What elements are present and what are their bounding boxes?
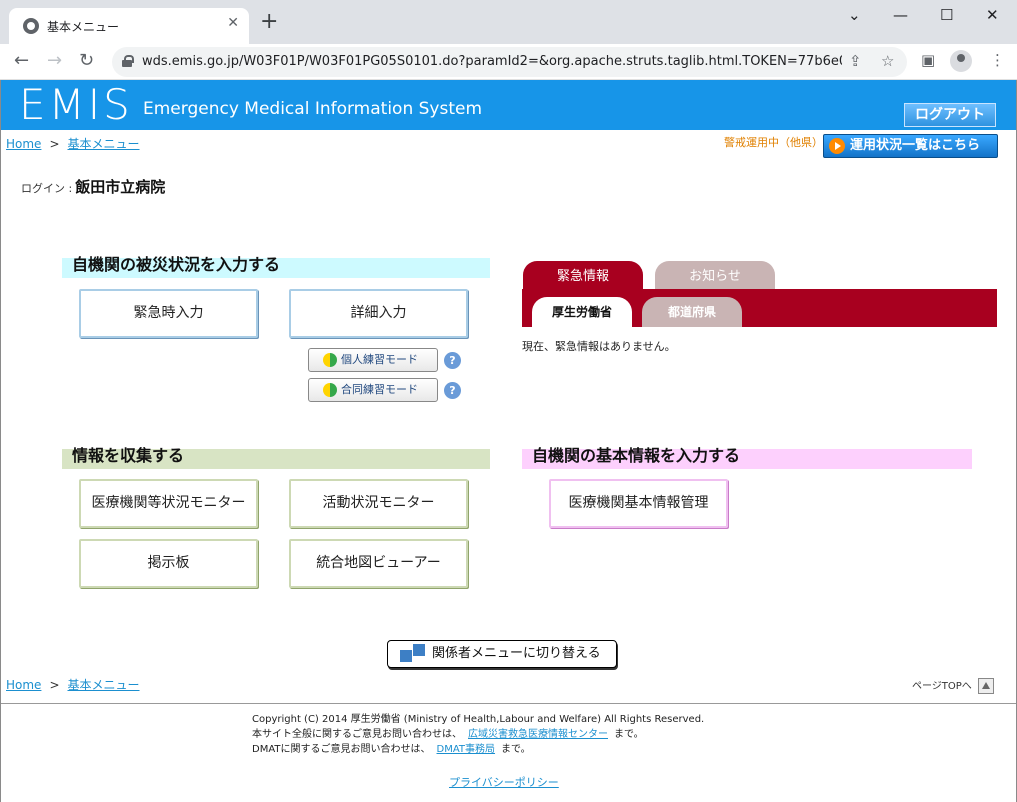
breadcrumb-current-link[interactable]: 基本メニュー [68, 678, 140, 692]
breadcrumb-current-link[interactable]: 基本メニュー [68, 137, 140, 151]
news-message: 現在、緊急情報はありません。 [522, 340, 676, 353]
breadcrumb-home-link[interactable]: Home [6, 678, 41, 692]
operation-status-note: 警戒運用中（他県） [724, 136, 823, 149]
footer: Copyright (C) 2014 厚生労働省 (Ministry of He… [252, 712, 704, 757]
profile-icon[interactable] [950, 50, 972, 72]
emis-center-link[interactable]: 広域災害救急医療情報センター [468, 729, 608, 740]
url-text[interactable]: wds.emis.go.jp/W03F01P/W03F01PG05S0101.d… [142, 54, 842, 69]
detail-input-button[interactable]: 詳細入力 [289, 289, 468, 338]
bulletin-board-button[interactable]: 掲示板 [79, 539, 258, 588]
star-icon[interactable]: ☆ [881, 52, 894, 70]
privacy-policy-link[interactable]: プライバシーポリシー [449, 774, 559, 790]
play-icon [829, 138, 845, 154]
back-icon[interactable]: ← [14, 50, 29, 71]
switch-menu-label: 関係者メニューに切り替える [432, 646, 601, 661]
status-list-label: 運用状況一覧はこちら [850, 138, 981, 153]
switch-icon [400, 644, 426, 664]
browser-toolbar: ← → ↻ wds.emis.go.jp/W03F01P/W03F01PG05S… [0, 44, 1017, 80]
help-icon[interactable]: ? [444, 352, 461, 369]
forward-icon[interactable]: → [47, 50, 62, 71]
page-content: EMIS Emergency Medical Information Syste… [0, 80, 1017, 802]
news-subtab-bar: 厚生労働省 都道府県 [522, 289, 997, 327]
dmat-office-link[interactable]: DMAT事務局 [437, 744, 496, 755]
share-icon[interactable]: ⇪ [849, 52, 862, 70]
breadcrumb-home-link[interactable]: Home [6, 137, 41, 151]
reload-icon[interactable]: ↻ [79, 50, 94, 71]
beginner-leaf-icon [323, 383, 337, 397]
personal-practice-button[interactable]: 個人練習モード [308, 348, 438, 372]
dmat-prefix: DMATに関するご意見お問い合わせは、 [252, 744, 431, 755]
emis-logo: EMIS [19, 80, 133, 129]
contact-suffix: まで。 [614, 729, 644, 740]
login-info: ログイン : 飯田市立病院 [21, 176, 165, 197]
close-tab-icon[interactable]: ✕ [227, 15, 239, 31]
status-list-button[interactable]: 運用状況一覧はこちら [823, 134, 998, 158]
footer-dmat-line: DMATに関するご意見お問い合わせは、 DMAT事務局 まで。 [252, 742, 704, 757]
sidebar-icon[interactable]: ▣ [921, 51, 935, 69]
help-icon[interactable]: ? [444, 382, 461, 399]
tab-emergency-info[interactable]: 緊急情報 [523, 261, 643, 289]
arrow-up-icon[interactable] [977, 678, 994, 694]
section-title-collect-info: 情報を収集する [62, 448, 490, 469]
site-subtitle: Emergency Medical Information System [143, 99, 483, 119]
footer-contact-line: 本サイト全般に関するご意見お問い合わせは、 広域災害救急医療情報センター まで。 [252, 727, 704, 742]
lock-icon[interactable] [122, 55, 134, 67]
tab-title: 基本メニュー [47, 20, 120, 34]
page-top-label: ページTOPへ [912, 681, 972, 692]
copyright-text: Copyright (C) 2014 厚生労働省 (Ministry of He… [252, 714, 705, 725]
personal-practice-label: 個人練習モード [341, 353, 418, 366]
menu-icon[interactable]: ⋮ [990, 51, 1005, 69]
emergency-input-button[interactable]: 緊急時入力 [79, 289, 258, 338]
dmat-suffix: まで。 [501, 744, 531, 755]
hospital-name: 飯田市立病院 [75, 178, 166, 196]
browser-tabbar: 基本メニュー ✕ + ⌄ — ☐ ✕ [0, 0, 1017, 44]
globe-icon [23, 18, 39, 34]
basic-info-manage-button[interactable]: 医療機関基本情報管理 [549, 479, 728, 528]
subtab-ministry[interactable]: 厚生労働省 [532, 297, 632, 327]
beginner-leaf-icon [323, 353, 337, 367]
map-viewer-button[interactable]: 統合地図ビューアー [289, 539, 468, 588]
footer-divider [1, 703, 1016, 704]
section-title-basic-info: 自機関の基本情報を入力する [522, 448, 972, 469]
switch-menu-button[interactable]: 関係者メニューに切り替える [387, 640, 617, 668]
address-bar[interactable]: wds.emis.go.jp/W03F01P/W03F01PG05S0101.d… [112, 47, 907, 77]
subtab-prefecture[interactable]: 都道府県 [642, 297, 742, 327]
breadcrumb: Home > 基本メニュー [6, 135, 140, 152]
tab-notices[interactable]: お知らせ [655, 261, 775, 289]
breadcrumb-separator: > [49, 678, 60, 692]
activity-monitor-button[interactable]: 活動状況モニター [289, 479, 468, 528]
facility-monitor-button[interactable]: 医療機関等状況モニター [79, 479, 258, 528]
maximize-icon[interactable]: ☐ [940, 6, 953, 24]
chevron-down-icon[interactable]: ⌄ [848, 6, 861, 24]
page-top-link[interactable]: ページTOPへ [912, 677, 994, 694]
breadcrumb-separator: > [49, 137, 60, 151]
joint-practice-label: 合同練習モード [341, 383, 418, 396]
browser-tab[interactable]: 基本メニュー ✕ [9, 8, 249, 44]
new-tab-icon[interactable]: + [260, 11, 278, 33]
window-close-icon[interactable]: ✕ [986, 6, 999, 24]
site-header: EMIS Emergency Medical Information Syste… [1, 80, 1016, 130]
minimize-icon[interactable]: — [893, 6, 908, 24]
login-label: ログイン : [21, 182, 73, 195]
logout-button[interactable]: ログアウト [904, 103, 996, 127]
contact-prefix: 本サイト全般に関するご意見お問い合わせは、 [252, 729, 462, 740]
section-title-damage-input: 自機関の被災状況を入力する [62, 257, 490, 278]
breadcrumb-bottom: Home > 基本メニュー [6, 676, 140, 693]
joint-practice-button[interactable]: 合同練習モード [308, 378, 438, 402]
